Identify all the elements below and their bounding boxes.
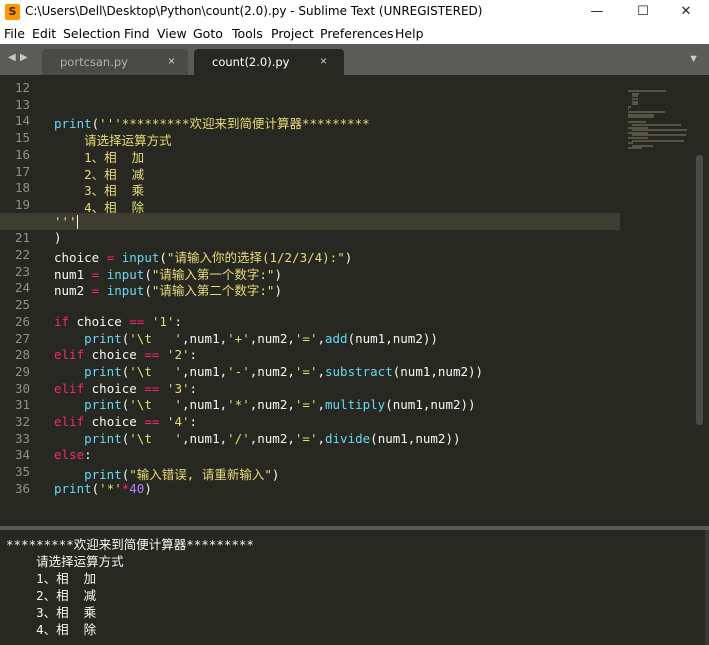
minimap-line: [628, 116, 655, 119]
close-tab-icon[interactable]: ×: [320, 54, 327, 68]
sublime-text-icon: S: [5, 4, 20, 20]
tab-count[interactable]: count(2.0).py ×: [194, 49, 344, 75]
line-number: 24: [14, 280, 30, 296]
code-line[interactable]: elif choice == '2':: [54, 347, 197, 362]
menu-tools[interactable]: Tools: [232, 26, 263, 41]
code-line[interactable]: num2 = input("请输入第二个数字:"): [54, 280, 282, 299]
tab-label: portcsan.py: [60, 55, 128, 69]
code-line[interactable]: else:: [54, 447, 92, 462]
tab-label: count(2.0).py: [212, 55, 290, 69]
window-title: C:\Users\Dell\Desktop\Python\count(2.0).…: [25, 4, 483, 18]
code-line[interactable]: print('\t ',num1,'+',num2,'=',add(num1,n…: [54, 331, 438, 346]
line-number: 17: [14, 163, 30, 179]
code-line[interactable]: elif choice == '4':: [54, 414, 197, 429]
tab-back-icon[interactable]: ◀: [8, 52, 16, 63]
minimap-line: [628, 147, 642, 150]
line-number: 19: [14, 196, 30, 212]
menu-preferences[interactable]: Preferences: [320, 26, 394, 41]
line-number: 14: [14, 113, 30, 129]
menu-edit[interactable]: Edit: [32, 26, 56, 41]
line-number: 33: [14, 430, 30, 446]
tab-forward-icon[interactable]: ▶: [20, 52, 28, 63]
line-number: 26: [14, 313, 30, 329]
menu-goto[interactable]: Goto: [193, 26, 223, 41]
line-number: 13: [14, 96, 30, 112]
output-scrollbar[interactable]: [705, 530, 709, 645]
line-number: 31: [14, 397, 30, 413]
code-line[interactable]: if choice == '1':: [54, 314, 182, 329]
code-line[interactable]: ): [54, 230, 62, 245]
code-line[interactable]: print('\t ',num1,'*',num2,'=',multiply(n…: [54, 397, 475, 412]
close-tab-icon[interactable]: ×: [168, 54, 175, 68]
minimize-button[interactable]: —: [574, 0, 620, 24]
editor-scrollbar[interactable]: [696, 155, 703, 425]
tab-list-dropdown-icon[interactable]: ▼: [688, 53, 699, 65]
code-line[interactable]: print('\t ',num1,'/',num2,'=',divide(num…: [54, 431, 460, 446]
line-number: 35: [14, 464, 30, 480]
minimap-line: [631, 139, 685, 142]
tab-bar: ◀ ▶ portcsan.py × count(2.0).py × ▼: [0, 44, 709, 75]
text-cursor: [76, 215, 78, 230]
current-line-highlight: [0, 212, 620, 230]
line-number: 29: [14, 363, 30, 379]
line-number: 27: [14, 330, 30, 346]
minimap[interactable]: [628, 85, 688, 155]
title-bar: S C:\Users\Dell\Desktop\Python\count(2.0…: [0, 0, 709, 24]
maximize-button[interactable]: ☐: [620, 0, 666, 24]
code-editor[interactable]: 1213141516171819202122232425262728293031…: [0, 75, 709, 526]
code-line[interactable]: elif choice == '3':: [54, 381, 197, 396]
tab-portcsan[interactable]: portcsan.py ×: [42, 49, 188, 75]
line-number: 28: [14, 347, 30, 363]
line-number: 23: [14, 263, 30, 279]
menu-view[interactable]: View: [157, 26, 187, 41]
build-output-panel: *********欢迎来到简便计算器********* 请选择运算方式 1、相 …: [0, 530, 709, 645]
menu-help[interactable]: Help: [395, 26, 424, 41]
line-number: 18: [14, 180, 30, 196]
line-number: 32: [14, 414, 30, 429]
line-number-gutter: 1213141516171819202122232425262728293031…: [0, 75, 40, 526]
line-number: 30: [14, 380, 30, 396]
line-number: 12: [14, 80, 30, 95]
line-number: 25: [14, 297, 30, 313]
menu-selection[interactable]: Selection: [63, 26, 121, 41]
output-line: 4、相 除: [6, 622, 97, 637]
menu-find[interactable]: Find: [124, 26, 150, 41]
code-line[interactable]: print('\t ',num1,'-',num2,'=',substract(…: [54, 364, 483, 379]
menu-project[interactable]: Project: [271, 26, 314, 41]
line-number: 22: [14, 247, 30, 262]
line-number: 21: [14, 230, 30, 246]
code-line[interactable]: print('*'*40): [54, 481, 152, 496]
menu-file[interactable]: File: [4, 26, 25, 41]
line-number: 36: [14, 480, 30, 496]
close-window-button[interactable]: ✕: [663, 0, 709, 24]
menu-bar: File Edit Selection Find View Goto Tools…: [0, 24, 709, 44]
line-number: 16: [14, 146, 30, 162]
line-number: 15: [14, 130, 30, 146]
line-number: 34: [14, 447, 30, 463]
code-line[interactable]: ''': [54, 214, 78, 230]
minimap-line: [631, 103, 638, 106]
